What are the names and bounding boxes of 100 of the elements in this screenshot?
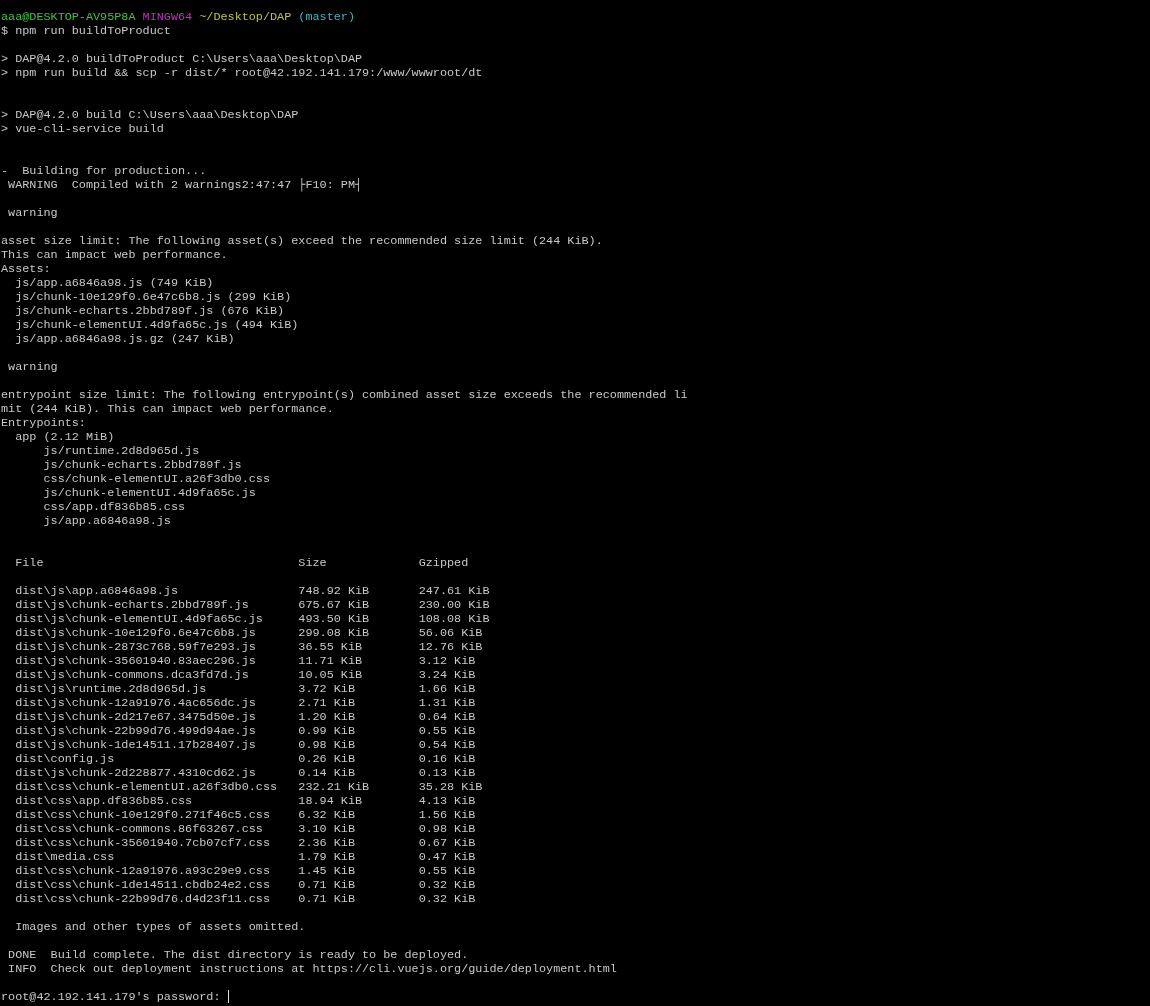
file-name: dist\css\chunk-35601940.7cb07cf7.css — [14, 836, 271, 850]
gzipped-size: 56.06 KiB — [418, 626, 483, 640]
output-line: js/app.a6846a98.js.gz (247 KiB) — [14, 332, 235, 346]
gzipped-size: 35.28 KiB — [418, 780, 483, 794]
file-name: dist\js\app.a6846a98.js — [14, 584, 179, 598]
file-size: 0.14 KiB — [298, 766, 356, 780]
file-size: 0.98 KiB — [298, 738, 356, 752]
output-line: css/chunk-elementUI.a26f3db0.css — [42, 472, 270, 486]
file-size: 748.92 KiB — [298, 584, 371, 598]
column-header: File — [14, 556, 45, 570]
file-name: dist\js\chunk-elementUI.4d9fa65c.js — [14, 612, 264, 626]
output-line: css/app.df836b85.css — [42, 500, 186, 514]
gzipped-size: 0.47 KiB — [418, 850, 476, 864]
output-line: js/chunk-echarts.2bbd789f.js (676 KiB) — [14, 304, 285, 318]
file-size: 3.10 KiB — [298, 822, 356, 836]
file-size: 0.71 KiB — [298, 892, 356, 906]
gzipped-size: 0.67 KiB — [418, 836, 476, 850]
output-line: asset size limit: The following asset(s) exceed the recommended size limit (244 KiB). — [1, 234, 603, 248]
file-size: 1.45 KiB — [298, 864, 356, 878]
output-line: DONE Build complete. The dist directory is ready to be deployed. — [7, 948, 469, 962]
gzipped-size: 4.13 KiB — [418, 794, 476, 808]
file-size: 0.26 KiB — [298, 752, 356, 766]
file-size: 0.99 KiB — [298, 724, 356, 738]
current-path: ~/Desktop/DAP — [199, 10, 292, 24]
output-line: Entrypoints: — [1, 416, 86, 430]
file-size: 36.55 KiB — [298, 640, 364, 654]
output-line: $ npm run buildToProduct — [1, 24, 171, 38]
gzipped-size: 1.31 KiB — [418, 696, 476, 710]
file-name: dist\css\chunk-10e129f0.271f46c5.css — [14, 808, 271, 822]
file-name: dist\js\chunk-10e129f0.6e47c6b8.js — [14, 626, 257, 640]
text-cursor — [227, 990, 229, 1003]
file-name: dist\css\chunk-22b99d76.d4d23f11.css — [14, 892, 271, 906]
output-line: warning — [7, 206, 58, 220]
file-name: dist\css\chunk-1de14511.cbdb24e2.css — [14, 878, 271, 892]
gzipped-size: 0.64 KiB — [418, 710, 476, 724]
output-line: entrypoint size limit: The following entrypoint(s) combined asset size exceeds the recommended li — [1, 388, 688, 402]
shell-name: MINGW64 — [142, 10, 193, 24]
file-size: 675.67 KiB — [298, 598, 371, 612]
file-name: dist\css\chunk-12a91976.a93c29e9.css — [14, 864, 271, 878]
file-size: 0.71 KiB — [298, 878, 356, 892]
file-size: 11.71 KiB — [298, 654, 364, 668]
file-name: dist\css\chunk-elementUI.a26f3db0.css — [14, 780, 279, 794]
output-line: Assets: — [1, 262, 51, 276]
gzipped-size: 0.32 KiB — [418, 892, 476, 906]
file-name: dist\js\runtime.2d8d965d.js — [14, 682, 208, 696]
output-line: js/app.a6846a98.js (749 KiB) — [14, 276, 214, 290]
file-name: dist\config.js — [14, 752, 116, 766]
file-name: dist\js\chunk-2d228877.4310cd62.js — [14, 766, 257, 780]
password-prompt: root@42.192.141.179's password: — [1, 990, 221, 1004]
gzipped-size: 0.55 KiB — [418, 724, 476, 738]
output-line: Images and other types of assets omitted. — [14, 920, 306, 934]
file-name: dist\js\chunk-22b99d76.499d94ae.js — [14, 724, 257, 738]
file-name: dist\js\chunk-echarts.2bbd789f.js — [14, 598, 250, 612]
gzipped-size: 108.08 KiB — [418, 612, 490, 626]
output-line: WARNING Compiled with 2 warnings2:47:47 ├F10: PM┤ — [7, 178, 363, 192]
output-line: mit (244 KiB). This can impact web performance. — [1, 402, 334, 416]
file-name: dist\js\chunk-12a91976.4ac656dc.js — [14, 696, 257, 710]
file-size: 1.79 KiB — [298, 850, 356, 864]
gzipped-size: 1.56 KiB — [418, 808, 476, 822]
file-name: dist\js\chunk-1de14511.17b28407.js — [14, 738, 257, 752]
file-name: dist\js\chunk-35601940.83aec296.js — [14, 654, 257, 668]
file-size: 1.20 KiB — [298, 710, 356, 724]
output-line: > DAP@4.2.0 build C:\Users\aaa\Desktop\DAP — [1, 108, 299, 122]
gzipped-size: 0.54 KiB — [418, 738, 476, 752]
output-line: js/chunk-elementUI.4d9fa65c.js (494 KiB) — [14, 318, 299, 332]
column-header: Size — [298, 556, 328, 570]
user-host: aaa@DESKTOP-AV95P8A — [1, 10, 136, 24]
gzipped-size: 0.13 KiB — [418, 766, 476, 780]
gzipped-size: 230.00 KiB — [418, 598, 490, 612]
gzipped-size: 12.76 KiB — [418, 640, 483, 654]
gzipped-size: 0.16 KiB — [418, 752, 476, 766]
file-name: dist\js\chunk-2d217e67.3475d50e.js — [14, 710, 257, 724]
output-line: js/app.a6846a98.js — [42, 514, 171, 528]
column-header: Gzipped — [418, 556, 469, 570]
file-size: 232.21 KiB — [298, 780, 371, 794]
gzipped-size: 1.66 KiB — [418, 682, 476, 696]
gzipped-size: 3.12 KiB — [418, 654, 476, 668]
output-line: js/chunk-10e129f0.6e47c6b8.js (299 KiB) — [14, 290, 292, 304]
file-name: dist\media.css — [14, 850, 116, 864]
file-size: 18.94 KiB — [298, 794, 364, 808]
gzipped-size: 247.61 KiB — [418, 584, 490, 598]
output-line: INFO Check out deployment instructions at https://cli.vuejs.org/guide/deployment.html — [7, 962, 617, 976]
output-line: app (2.12 MiB) — [14, 430, 115, 444]
output-line: js/chunk-echarts.2bbd789f.js — [42, 458, 242, 472]
file-size: 6.32 KiB — [298, 808, 356, 822]
file-size: 2.71 KiB — [298, 696, 356, 710]
output-line: This can impact web performance. — [1, 248, 228, 262]
output-line: js/chunk-elementUI.4d9fa65c.js — [42, 486, 256, 500]
file-size: 3.72 KiB — [298, 682, 356, 696]
file-name: dist\css\chunk-commons.86f63267.css — [14, 822, 264, 836]
file-name: dist\js\chunk-2873c768.59f7e293.js — [14, 640, 257, 654]
output-line: js/runtime.2d8d965d.js — [42, 444, 200, 458]
gzipped-size: 0.32 KiB — [418, 878, 476, 892]
gzipped-size: 0.55 KiB — [418, 864, 476, 878]
file-name: dist\css\app.df836b85.css — [14, 794, 194, 808]
output-line: > vue-cli-service build — [1, 122, 164, 136]
git-branch: (master) — [298, 10, 355, 24]
output-line: > DAP@4.2.0 buildToProduct C:\Users\aaa\Desktop\DAP — [1, 52, 363, 66]
file-size: 493.50 KiB — [298, 612, 371, 626]
file-size: 2.36 KiB — [298, 836, 356, 850]
